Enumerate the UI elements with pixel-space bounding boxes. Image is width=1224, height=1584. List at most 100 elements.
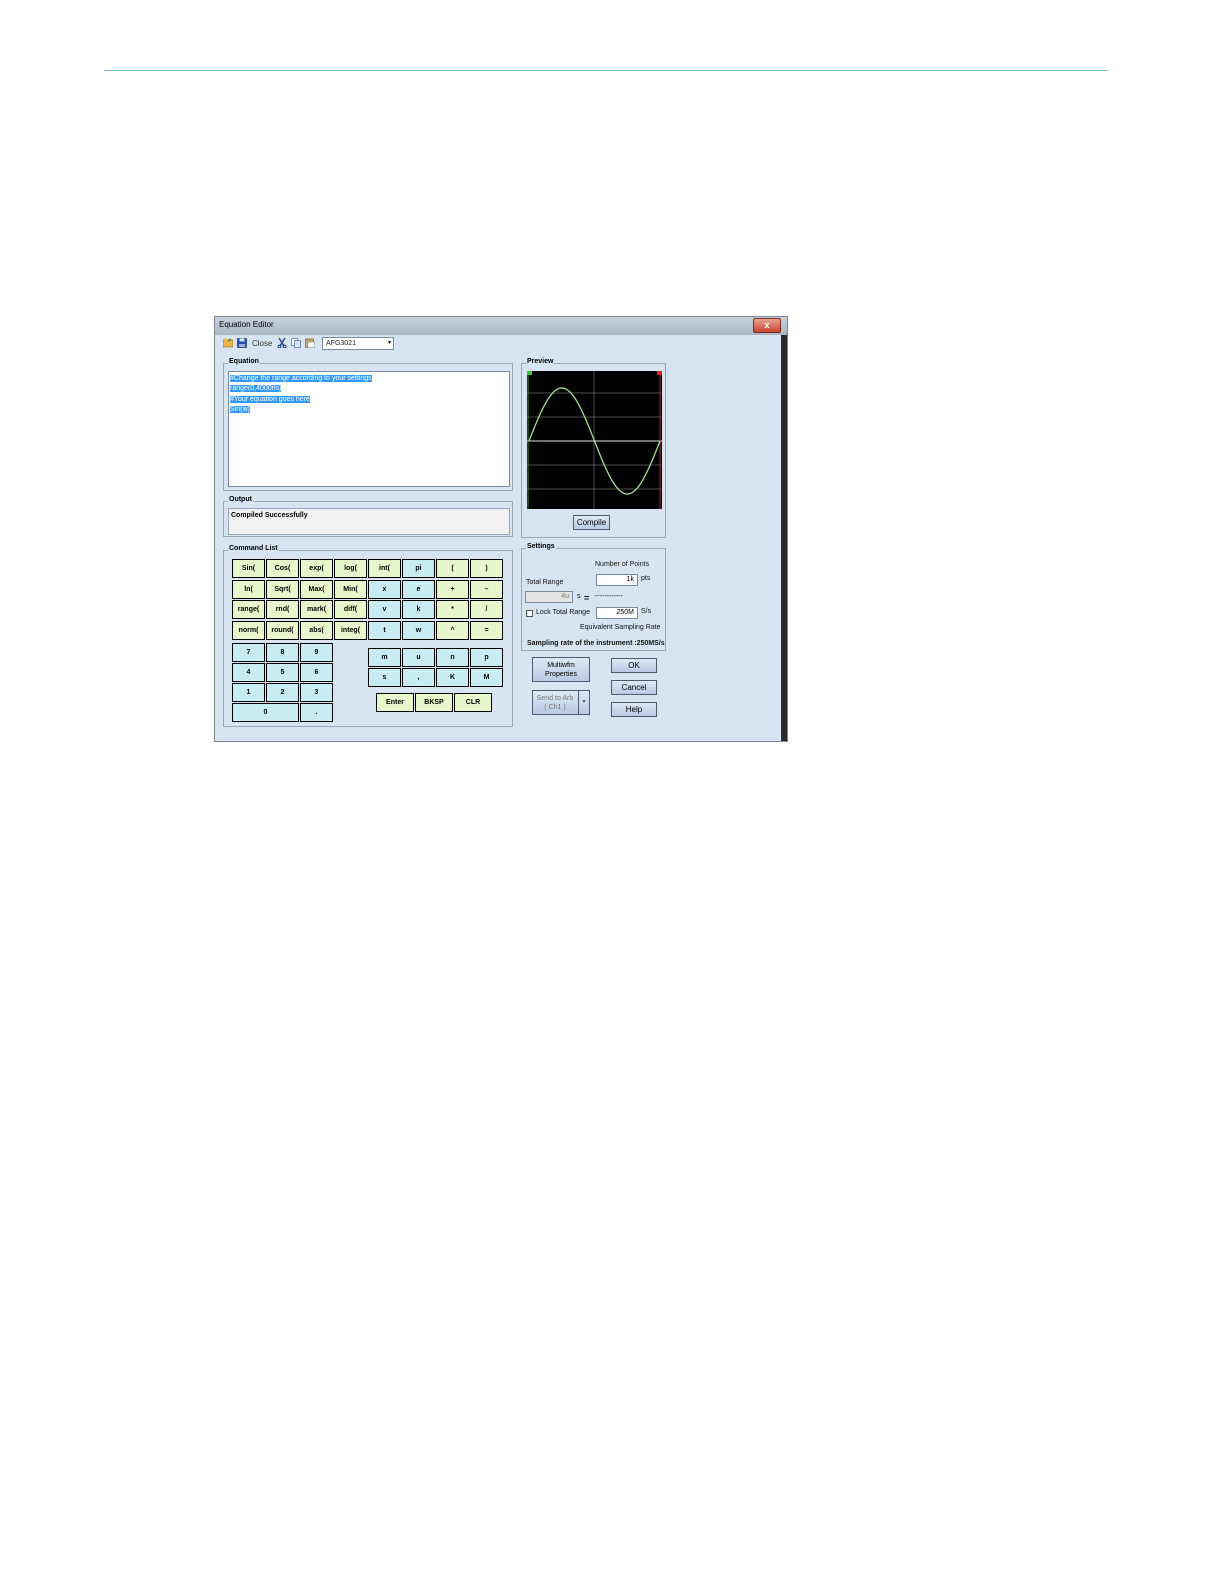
start-marker[interactable]: [527, 371, 532, 375]
command-key[interactable]: Cos(: [266, 559, 299, 578]
number-key-zero[interactable]: 0: [232, 703, 299, 722]
command-key[interactable]: norm(: [232, 620, 265, 640]
number-key[interactable]: 6: [300, 663, 333, 682]
window-title: Equation Editor: [219, 320, 274, 329]
command-key[interactable]: ^: [436, 620, 469, 640]
multiwfm-properties-button[interactable]: Multiwfm Properties: [532, 657, 590, 682]
command-key[interactable]: Sqrt(: [266, 579, 299, 599]
chevron-down-icon[interactable]: ▾: [388, 338, 391, 349]
sampling-rate-input[interactable]: 250M: [596, 607, 638, 619]
command-key[interactable]: Max(: [300, 579, 333, 599]
equivalent-sampling-rate-label: Equivalent Sampling Rate: [580, 624, 661, 631]
copy-icon[interactable]: [291, 338, 301, 348]
command-key[interactable]: *: [436, 600, 469, 619]
send-to-arb-button[interactable]: Send to Arb ( Ch1 ) ▾: [532, 690, 590, 715]
waveform-preview-plot: [527, 371, 662, 509]
command-key[interactable]: (: [436, 559, 469, 578]
command-key[interactable]: pi: [402, 559, 435, 578]
number-key[interactable]: 1: [232, 683, 265, 702]
number-key[interactable]: 4: [232, 663, 265, 682]
end-marker[interactable]: [657, 371, 662, 375]
command-key[interactable]: ): [470, 559, 503, 578]
open-folder-icon[interactable]: [223, 338, 233, 348]
command-key[interactable]: v: [368, 600, 401, 619]
equation-group: Equation #Change the range according to …: [223, 358, 513, 491]
multiwfm-label-2: Properties: [545, 671, 577, 678]
equation-line: range(0,4000ns): [230, 385, 282, 393]
decimal-key[interactable]: .: [300, 703, 333, 722]
enter-key[interactable]: Enter: [376, 693, 414, 712]
page-header-rule: [104, 70, 1108, 71]
total-range-label: Total Range: [526, 579, 564, 586]
command-key[interactable]: k: [402, 600, 435, 619]
ok-button[interactable]: OK: [611, 658, 657, 673]
number-key[interactable]: 2: [266, 683, 299, 702]
unit-key[interactable]: s: [368, 668, 401, 687]
command-list-group: Command List Sin(Cos(exp(log(int(pi() ln(…: [223, 545, 513, 727]
command-key[interactable]: e: [402, 579, 435, 599]
command-key[interactable]: mark(: [300, 600, 333, 619]
unit-key[interactable]: ,: [402, 668, 435, 687]
number-key[interactable]: 7: [232, 643, 265, 662]
number-key[interactable]: 5: [266, 663, 299, 682]
range-unit-label: s: [577, 593, 581, 600]
instrument-sampling-rate: Sampling rate of the instrument :250MS/s: [527, 640, 665, 647]
command-key[interactable]: t: [368, 620, 401, 640]
rate-unit-label: S/s: [641, 608, 652, 615]
equals-sign: =: [584, 593, 590, 603]
paste-icon[interactable]: [305, 338, 315, 348]
save-icon[interactable]: [237, 338, 247, 348]
command-key[interactable]: =: [470, 620, 503, 640]
lock-total-range-checkbox[interactable]: [526, 610, 533, 617]
window-close-button[interactable]: x: [753, 318, 781, 333]
command-key[interactable]: integ(: [334, 620, 367, 640]
command-key[interactable]: int(: [368, 559, 401, 578]
command-key[interactable]: exp(: [300, 559, 333, 578]
unit-key[interactable]: p: [470, 648, 503, 667]
backspace-key[interactable]: BKSP: [415, 693, 453, 712]
equation-textarea[interactable]: #Change the range according to your sett…: [228, 371, 510, 487]
settings-group-label: Settings: [526, 543, 556, 550]
command-key[interactable]: range(: [232, 600, 265, 619]
compile-button[interactable]: Compile: [573, 515, 610, 530]
cancel-button[interactable]: Cancel: [611, 680, 657, 695]
command-key[interactable]: –: [470, 579, 503, 599]
send-to-arb-label-2: ( Ch1 ): [544, 704, 566, 711]
command-key[interactable]: log(: [334, 559, 367, 578]
number-of-points-label: Number of Points: [595, 561, 650, 568]
command-key[interactable]: abs(: [300, 620, 333, 640]
help-button[interactable]: Help: [611, 702, 657, 717]
chevron-down-icon[interactable]: ▾: [578, 691, 589, 714]
command-key[interactable]: diff(: [334, 600, 367, 619]
command-key[interactable]: /: [470, 600, 503, 619]
total-range-input[interactable]: 4u: [525, 591, 573, 603]
device-select-value: AFG3021: [326, 340, 356, 347]
command-key[interactable]: Min(: [334, 579, 367, 599]
unit-key[interactable]: n: [436, 648, 469, 667]
clear-key[interactable]: CLR: [454, 693, 492, 712]
command-key[interactable]: +: [436, 579, 469, 599]
equation-line: #Change the range according to your sett…: [230, 375, 372, 382]
command-key[interactable]: x: [368, 579, 401, 599]
command-key[interactable]: ln(: [232, 579, 265, 599]
unit-key[interactable]: K: [436, 668, 469, 687]
device-select[interactable]: AFG3021 ▾: [322, 337, 394, 350]
number-of-points-input[interactable]: 1k: [596, 574, 638, 586]
close-button[interactable]: Close: [252, 339, 272, 348]
unit-key[interactable]: m: [368, 648, 401, 667]
preview-group: Preview Compile: [521, 358, 666, 538]
number-key[interactable]: 8: [266, 643, 299, 662]
command-key[interactable]: w: [402, 620, 435, 640]
unit-key[interactable]: u: [402, 648, 435, 667]
command-key[interactable]: round(: [266, 620, 299, 640]
multiwfm-label-1: Multiwfm: [547, 662, 575, 669]
window-edge: [781, 335, 787, 741]
command-key[interactable]: Sin(: [232, 559, 265, 578]
unit-key[interactable]: M: [470, 668, 503, 687]
number-key[interactable]: 3: [300, 683, 333, 702]
title-bar[interactable]: Equation Editor x: [215, 317, 787, 335]
command-key[interactable]: rnd(: [266, 600, 299, 619]
cut-icon[interactable]: [277, 338, 287, 348]
number-key[interactable]: 9: [300, 643, 333, 662]
settings-group: Settings Number of Points 1k pts Total R…: [521, 543, 666, 651]
